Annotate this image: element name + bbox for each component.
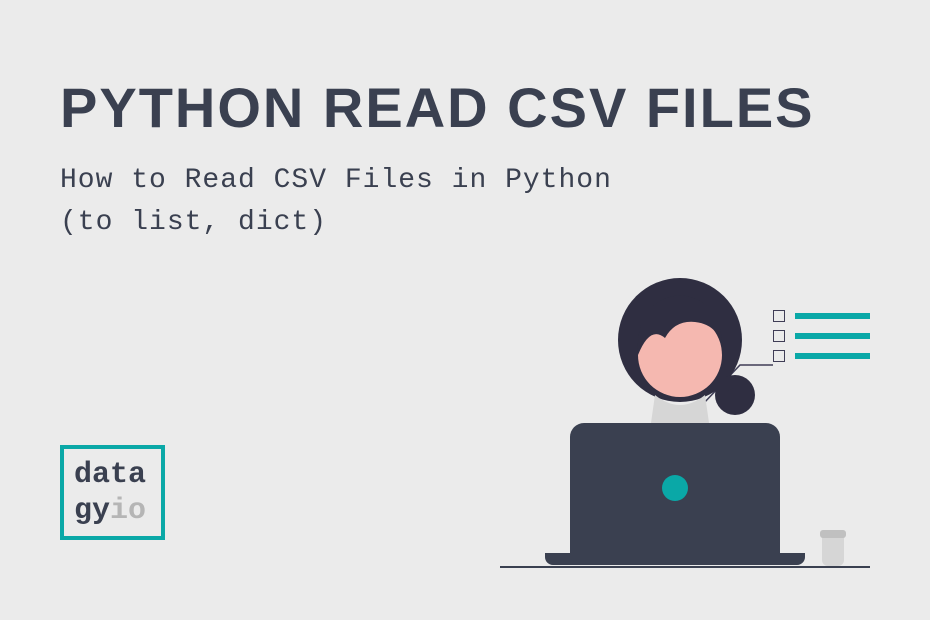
laptop-base (545, 553, 805, 565)
laptop-logo-icon (662, 475, 688, 501)
checklist-row (773, 350, 870, 362)
checklist-row (773, 310, 870, 322)
laptop-screen (570, 423, 780, 553)
logo-text-line-1: data (74, 457, 161, 493)
subtitle-line-2: (to list, dict) (60, 207, 327, 238)
hero-illustration (490, 270, 870, 580)
checklist-line (795, 333, 870, 339)
logo-text-line-2: gyio (74, 493, 161, 529)
laptop-illustration (545, 423, 805, 565)
desk-line (500, 566, 870, 568)
coffee-cup-icon (822, 526, 850, 566)
subtitle-line-1: How to Read CSV Files in Python (60, 165, 612, 196)
checklist-line (795, 313, 870, 319)
brand-logo: data gyio (60, 445, 165, 540)
subtitle: How to Read CSV Files in Python (to list… (60, 160, 870, 244)
checklist-line (795, 353, 870, 359)
checklist-widget (773, 310, 870, 362)
page-title: PYTHON READ CSV FILES (60, 80, 870, 136)
checklist-row (773, 330, 870, 342)
